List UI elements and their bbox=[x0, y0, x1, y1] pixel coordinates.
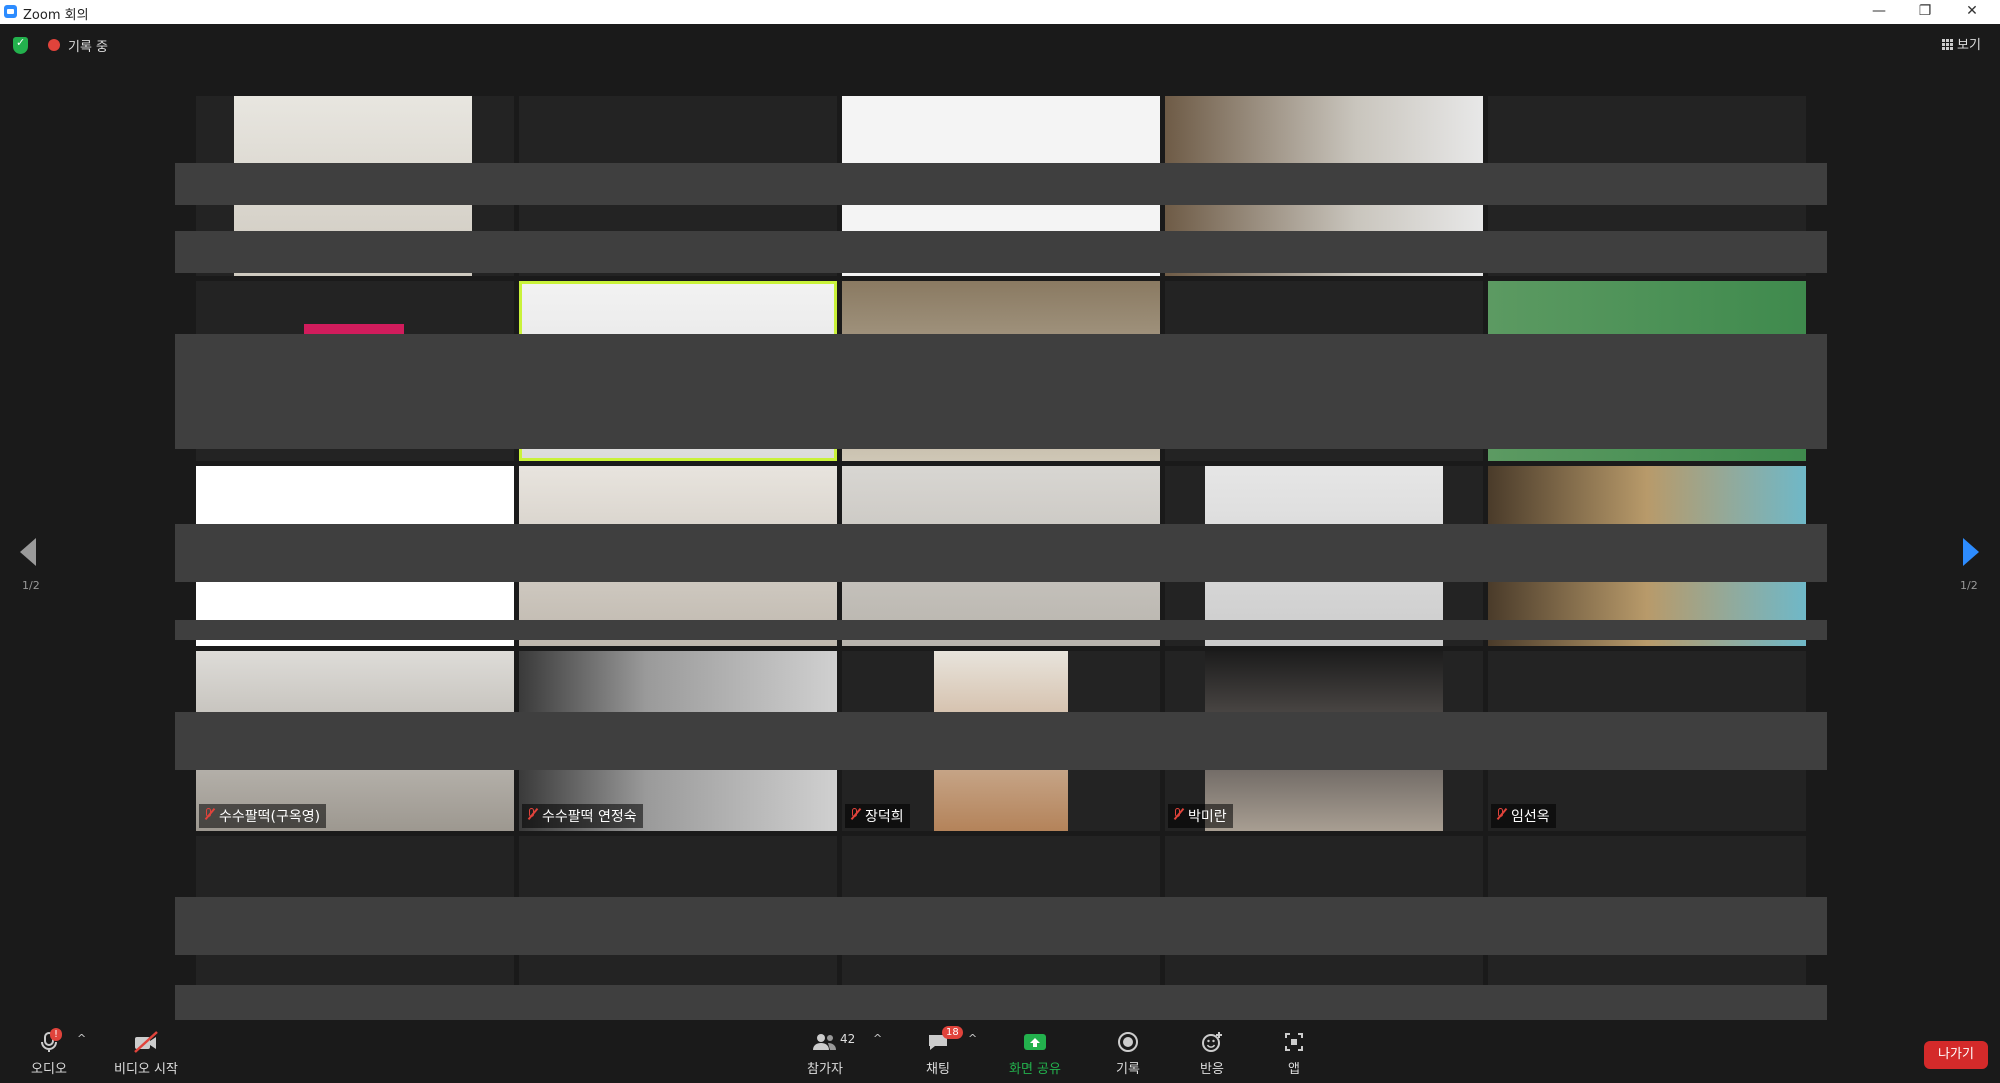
chat-options-caret-icon[interactable]: ^ bbox=[968, 1032, 977, 1045]
minimize-button[interactable]: — bbox=[1856, 0, 1902, 24]
chat-bubble-icon: 18 bbox=[918, 1026, 963, 1054]
recording-status: 기록 중 bbox=[68, 40, 109, 55]
participants-options-caret-icon[interactable]: ^ bbox=[873, 1032, 882, 1045]
redaction-band bbox=[175, 897, 1827, 955]
apps-icon bbox=[1278, 1030, 1310, 1054]
mic-muted-icon bbox=[203, 808, 215, 820]
apps-label: 앱 bbox=[1288, 1062, 1300, 1077]
share-screen-button[interactable]: 화면 공유 bbox=[1002, 1030, 1068, 1077]
redaction-band bbox=[175, 163, 1827, 205]
chat-button[interactable]: 18 채팅 bbox=[918, 1026, 963, 1077]
participant-name: 박미란 bbox=[1188, 809, 1227, 825]
video-off-icon bbox=[108, 1030, 184, 1054]
redaction-band bbox=[175, 524, 1827, 582]
participant-name-tag: 박미란 bbox=[1168, 804, 1233, 828]
chat-unread-badge: 18 bbox=[942, 1026, 963, 1039]
participant-name: 수수팔떡 연정숙 bbox=[542, 809, 637, 825]
redaction-band bbox=[175, 620, 1827, 640]
redaction-band bbox=[175, 334, 1827, 449]
meeting-topbar: 기록 중 보기 bbox=[0, 24, 2000, 64]
record-label: 기록 bbox=[1116, 1062, 1140, 1077]
page-indicator-left: 1/2 bbox=[22, 579, 40, 592]
start-video-button[interactable]: 비디오 시작 bbox=[108, 1030, 184, 1077]
meeting-toolbar: ! 오디오 ^ 비디오 시작 42 참가자 ^ 18 채팅 ^ 화면 공유 기록… bbox=[0, 1020, 2000, 1083]
zoom-app-icon bbox=[4, 5, 17, 18]
participant-name-tag: 수수팔떡(구옥영) bbox=[199, 804, 327, 828]
mic-muted-icon bbox=[1495, 808, 1507, 820]
recording-dot-icon bbox=[48, 39, 60, 51]
participant-name-tag: 임선옥 bbox=[1491, 804, 1556, 828]
share-screen-icon bbox=[1002, 1030, 1068, 1054]
video-label: 비디오 시작 bbox=[114, 1062, 178, 1077]
redaction-band bbox=[175, 231, 1827, 273]
window-title: Zoom 회의 bbox=[23, 8, 89, 23]
audio-options-caret-icon[interactable]: ^ bbox=[77, 1032, 86, 1045]
audio-label: 오디오 bbox=[31, 1062, 67, 1077]
next-page-arrow-icon[interactable] bbox=[1963, 538, 1979, 566]
security-shield-icon[interactable] bbox=[13, 36, 28, 54]
reactions-label: 반응 bbox=[1200, 1062, 1224, 1077]
participant-name-tag: 수수팔떡 연정숙 bbox=[522, 804, 643, 828]
share-label: 화면 공유 bbox=[1009, 1062, 1061, 1077]
participant-name: 장덕희 bbox=[865, 809, 904, 825]
audio-button[interactable]: ! 오디오 bbox=[26, 1028, 72, 1077]
participants-button[interactable]: 42 참가자 bbox=[800, 1030, 855, 1077]
leave-meeting-button[interactable]: 나가기 bbox=[1924, 1041, 1988, 1069]
audio-alert-badge: ! bbox=[50, 1028, 63, 1041]
participant-name: 임선옥 bbox=[1511, 809, 1550, 825]
view-button[interactable]: 보기 bbox=[1942, 34, 1981, 53]
window-titlebar: Zoom 회의 — ❐ ✕ bbox=[0, 0, 2000, 24]
participants-icon: 42 bbox=[800, 1030, 855, 1054]
mic-muted-icon bbox=[849, 808, 861, 820]
record-icon bbox=[1110, 1030, 1146, 1054]
participant-name: 수수팔떡(구옥영) bbox=[219, 809, 321, 825]
page-indicator-right: 1/2 bbox=[1960, 579, 1978, 592]
grid-view-icon bbox=[1942, 39, 1953, 50]
participants-count: 42 bbox=[840, 1032, 856, 1046]
maximize-button[interactable]: ❐ bbox=[1902, 0, 1948, 24]
apps-button[interactable]: 앱 bbox=[1278, 1030, 1310, 1077]
reactions-button[interactable]: 반응 bbox=[1194, 1030, 1230, 1077]
mic-muted-icon bbox=[526, 808, 538, 820]
mic-muted-icon bbox=[1172, 808, 1184, 820]
previous-page-arrow-icon[interactable] bbox=[20, 538, 36, 566]
close-window-button[interactable]: ✕ bbox=[1949, 0, 1995, 24]
redaction-band bbox=[175, 712, 1827, 770]
participants-label: 참가자 bbox=[807, 1062, 843, 1077]
microphone-icon: ! bbox=[26, 1028, 72, 1054]
record-button[interactable]: 기록 bbox=[1110, 1030, 1146, 1077]
redaction-band bbox=[175, 985, 1827, 1020]
chat-label: 채팅 bbox=[926, 1062, 950, 1077]
view-label: 보기 bbox=[1957, 38, 1981, 53]
participant-name-tag: 장덕희 bbox=[845, 804, 910, 828]
smiley-plus-icon bbox=[1194, 1030, 1230, 1054]
